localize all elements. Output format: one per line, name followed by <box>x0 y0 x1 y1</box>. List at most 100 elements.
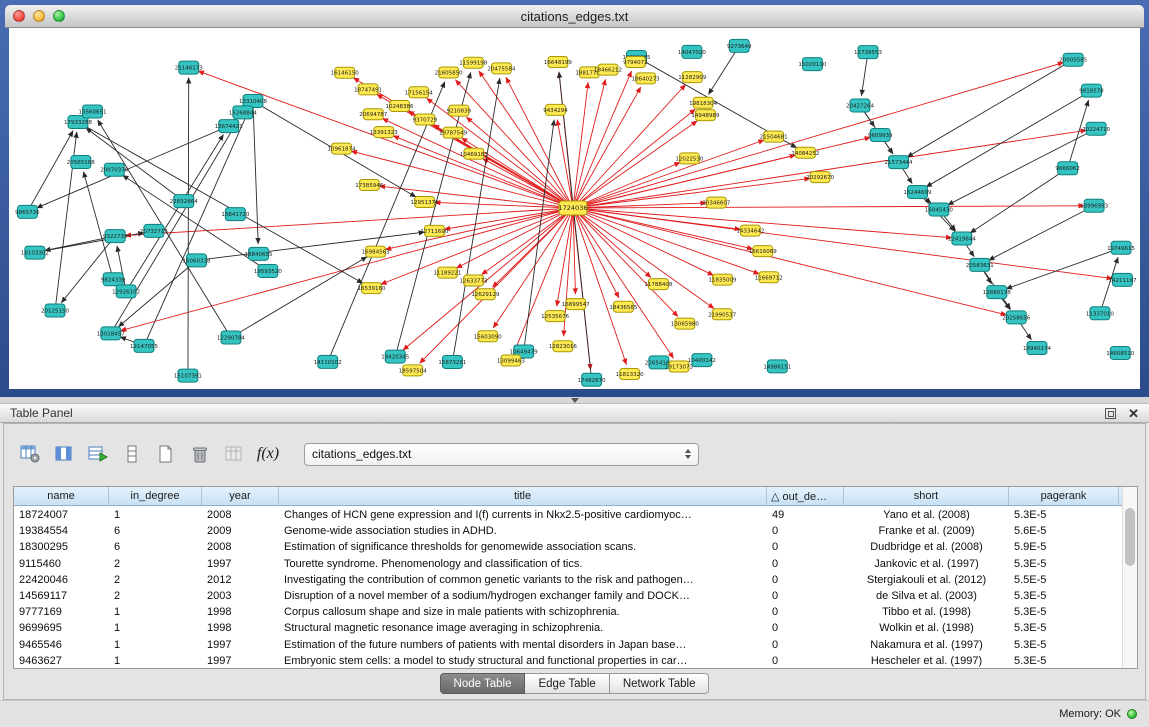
graph-edge[interactable] <box>573 87 641 208</box>
graph-node[interactable]: 10248386 <box>386 100 414 111</box>
graph-node[interactable]: 13880178 <box>983 286 1011 299</box>
graph-node[interactable]: 10961874 <box>327 143 355 154</box>
graph-node[interactable]: 12711690 <box>420 225 448 236</box>
graph-edge[interactable] <box>989 206 1094 261</box>
table-row[interactable]: 911546021997Tourette syndrome. Phenomeno… <box>14 556 1122 572</box>
graph-edge[interactable] <box>1006 248 1121 289</box>
graph-node[interactable]: 14986151 <box>763 360 791 373</box>
graph-node[interactable]: 18597504 <box>399 365 427 376</box>
table-cell[interactable]: 0 <box>767 622 844 634</box>
graph-node[interactable]: 20258656 <box>1002 311 1030 324</box>
graph-edge[interactable] <box>452 78 499 362</box>
graph-node[interactable]: 16045430 <box>925 203 953 216</box>
table-cell[interactable]: 1997 <box>202 655 279 667</box>
table-selector-dropdown[interactable]: citations_edges.txt <box>304 443 699 466</box>
graph-node[interactable]: 14948989 <box>691 110 719 121</box>
graph-node[interactable]: 17156154 <box>405 87 433 98</box>
table-cell[interactable]: Embryonic stem cells: a model to study s… <box>279 655 767 667</box>
graph-edge[interactable] <box>573 208 1113 279</box>
graph-node[interactable]: 14211197 <box>1108 273 1136 286</box>
graph-node[interactable]: 9210839 <box>447 105 472 116</box>
graph-node[interactable]: 11282909 <box>678 72 706 83</box>
table-row[interactable]: 2242004622012Investigating the contribut… <box>14 572 1122 588</box>
graph-edge[interactable] <box>86 128 184 201</box>
graph-node[interactable]: 16984563 <box>362 246 390 257</box>
table-cell[interactable]: 2008 <box>202 509 279 521</box>
column-header[interactable]: short <box>844 487 1009 505</box>
table-cell[interactable]: 2 <box>109 558 202 570</box>
graph-edge[interactable] <box>573 85 686 208</box>
graph-node[interactable]: 12147055 <box>130 339 158 352</box>
graph-node[interactable]: 19749615 <box>1107 241 1135 254</box>
graph-edge[interactable] <box>381 208 573 284</box>
graph-node[interactable]: 12951376 <box>411 197 439 208</box>
float-panel-icon[interactable] <box>1105 408 1116 419</box>
network-graph[interactable]: 1793328813018457122907842012515016060338… <box>9 28 1140 389</box>
graph-edge[interactable] <box>557 208 573 306</box>
graph-edge[interactable] <box>492 208 573 287</box>
table-cell[interactable]: 5.6E-5 <box>1009 525 1119 537</box>
table-row[interactable]: 977716911998Corpus callosum shape and si… <box>14 604 1122 620</box>
table-cell[interactable]: 5.3E-5 <box>1009 590 1119 602</box>
graph-node[interactable]: 14668510 <box>1106 346 1134 359</box>
graph-node[interactable]: 15603090 <box>474 331 502 342</box>
graph-node[interactable]: 10469183 <box>460 148 488 159</box>
table-row[interactable]: 946554611997Estimation of the future num… <box>14 637 1122 653</box>
table-cell[interactable]: 2 <box>109 590 202 602</box>
table-cell[interactable]: 6 <box>109 541 202 553</box>
table-cell[interactable]: 5.3E-5 <box>1009 558 1119 570</box>
graph-node[interactable]: 9824339 <box>101 273 126 286</box>
graph-node[interactable]: 17385946 <box>355 179 383 190</box>
table-cell[interactable]: Hescheler et al. (1997) <box>844 655 1009 667</box>
table-cell[interactable]: Dudbridge et al. (2008) <box>844 541 1009 553</box>
close-panel-icon[interactable]: ✕ <box>1128 408 1139 419</box>
table-cell[interactable]: 1 <box>109 622 202 634</box>
graph-node[interactable]: 11788408 <box>644 279 672 290</box>
tab-edge-table[interactable]: Edge Table <box>525 673 609 694</box>
table-cell[interactable]: 1 <box>109 509 202 521</box>
graph-node[interactable]: 9273649 <box>727 39 752 52</box>
graph-node[interactable]: 20292670 <box>806 172 834 183</box>
graph-edge[interactable] <box>573 82 588 208</box>
graph-node[interactable]: 16539160 <box>357 283 385 294</box>
table-cell[interactable]: 1 <box>109 655 202 667</box>
graph-edge[interactable] <box>188 78 189 376</box>
table-cell[interactable]: 0 <box>767 525 844 537</box>
table-cell[interactable]: 0 <box>767 655 844 667</box>
graph-node[interactable]: 20346607 <box>702 197 730 208</box>
graph-node[interactable]: 16060338 <box>183 254 211 267</box>
graph-node[interactable]: 15268844 <box>229 106 257 119</box>
graph-edge[interactable] <box>573 208 713 275</box>
graph-node[interactable]: 18466212 <box>594 64 622 75</box>
table-cell[interactable]: 5.3E-5 <box>1009 639 1119 651</box>
table-cell[interactable]: 2 <box>109 574 202 586</box>
graph-node[interactable]: 12926102 <box>112 285 140 298</box>
graph-node[interactable]: 13996993 <box>1080 199 1108 212</box>
graph-node[interactable]: 14110102 <box>314 355 342 368</box>
graph-edge[interactable] <box>35 233 144 253</box>
graph-edge[interactable] <box>907 60 1073 157</box>
table-cell[interactable]: 5.3E-5 <box>1009 622 1119 634</box>
graph-node[interactable]: 18940174 <box>1023 341 1051 354</box>
graph-node[interactable]: 19818304 <box>689 97 717 108</box>
graph-edge[interactable] <box>125 208 573 235</box>
graph-edge[interactable] <box>573 130 1086 208</box>
table-cell[interactable]: 1997 <box>202 558 279 570</box>
table-cell[interactable]: 5.3E-5 <box>1009 655 1119 667</box>
table-cell[interactable]: 1 <box>109 606 202 618</box>
graph-node[interactable]: 13018457 <box>97 327 125 340</box>
graph-node[interactable]: 22832864 <box>170 195 198 208</box>
graph-node[interactable]: 21504681 <box>760 131 788 142</box>
window-minimize-button[interactable] <box>33 10 45 22</box>
table-cell[interactable]: 9465546 <box>14 639 109 651</box>
graph-node[interactable]: 21573444 <box>885 156 913 169</box>
table-cell[interactable]: 9463627 <box>14 655 109 667</box>
graph-node[interactable]: 16648199 <box>544 57 572 68</box>
table-cell[interactable]: Estimation of significance thresholds fo… <box>279 541 767 553</box>
graph-edge[interactable] <box>231 257 367 338</box>
graph-node[interactable]: 19593520 <box>254 264 282 277</box>
graph-edge[interactable] <box>78 122 363 283</box>
table-cell[interactable]: Changes of HCN gene expression and I(f) … <box>279 509 767 521</box>
table-cell[interactable]: Yano et al. (2008) <box>844 509 1009 521</box>
graph-node[interactable]: 12739553 <box>854 46 882 59</box>
